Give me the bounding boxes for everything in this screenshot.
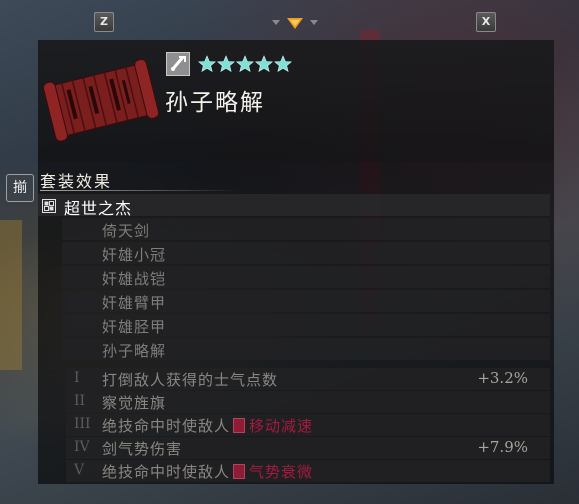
set-piece-row: 倚天剑: [62, 218, 550, 240]
effect-numeral: V: [74, 462, 85, 478]
set-piece-label: 奸雄臂甲: [102, 294, 167, 312]
prev-key-button[interactable]: Z: [94, 12, 114, 32]
set-piece-row: 奸雄战铠: [62, 266, 550, 288]
set-effect-row: V 绝技命中时使敌人 气势衰微: [66, 460, 550, 482]
top-navigation-bar: Z X: [0, 10, 579, 36]
star-icon: [198, 55, 216, 73]
debuff-icon: [233, 418, 246, 433]
fan-scroll-icon: [166, 52, 190, 76]
item-name: 孙子略解: [165, 90, 265, 116]
effect-numeral: III: [74, 416, 91, 432]
background-lantern: [0, 220, 22, 370]
set-effect-row: III 绝技命中时使敌人 移动减速: [66, 414, 550, 436]
debuff-icon: [233, 464, 246, 479]
star-icon: [217, 55, 235, 73]
set-piece-label: 奸雄战铠: [102, 270, 167, 288]
effect-numeral: II: [74, 393, 86, 409]
set-effect-row: I 打倒敌人获得的士气点数 +3.2%: [66, 368, 550, 390]
effect-value: +7.9%: [477, 438, 528, 456]
page-dot-right-icon[interactable]: [310, 20, 318, 25]
set-effect-row: IV 剑气势伤害 +7.9%: [66, 437, 550, 459]
set-piece-row: 奸雄臂甲: [62, 290, 550, 312]
page-indicator: [270, 16, 322, 30]
star-icon: [255, 55, 273, 73]
set-piece-row: 孙子略解: [62, 338, 550, 360]
page-dot-active-icon[interactable]: [287, 18, 303, 29]
star-icon: [274, 55, 292, 73]
set-name-row: 超世之杰: [38, 194, 550, 218]
set-piece-row: 奸雄胫甲: [62, 314, 550, 336]
set-piece-label: 奸雄胫甲: [102, 318, 167, 336]
set-grid-icon: [42, 198, 56, 213]
bamboo-scroll-icon: [42, 52, 160, 148]
next-key-button[interactable]: X: [476, 12, 496, 32]
page-dot-left-icon[interactable]: [272, 20, 280, 25]
effect-text: 绝技命中时使敌人: [102, 463, 231, 481]
effect-text: 绝技命中时使敌人: [102, 417, 231, 435]
title-divider: [40, 190, 240, 191]
set-piece-label: 孙子略解: [102, 342, 167, 360]
effect-numeral: I: [74, 370, 80, 386]
side-tab-set-button[interactable]: 揃: [6, 174, 34, 202]
effect-text: 剑气势伤害: [102, 440, 183, 458]
set-piece-label: 倚天剑: [102, 222, 151, 240]
set-effect-row: II 察觉旌旗: [66, 391, 550, 413]
effect-value: +3.2%: [477, 369, 528, 387]
set-name: 超世之杰: [64, 199, 133, 218]
debuff-label: 气势衰微: [249, 463, 314, 481]
star-icon: [236, 55, 254, 73]
rarity-stars: [198, 54, 292, 76]
effect-numeral: IV: [74, 439, 90, 455]
set-piece-label: 奸雄小冠: [102, 246, 167, 264]
effect-text: 打倒敌人获得的士气点数: [102, 371, 279, 389]
debuff-label: 移动减速: [249, 417, 314, 435]
effect-text: 察觉旌旗: [102, 394, 167, 412]
set-piece-row: 奸雄小冠: [62, 242, 550, 264]
set-bonus-title: 套装效果: [40, 172, 113, 191]
